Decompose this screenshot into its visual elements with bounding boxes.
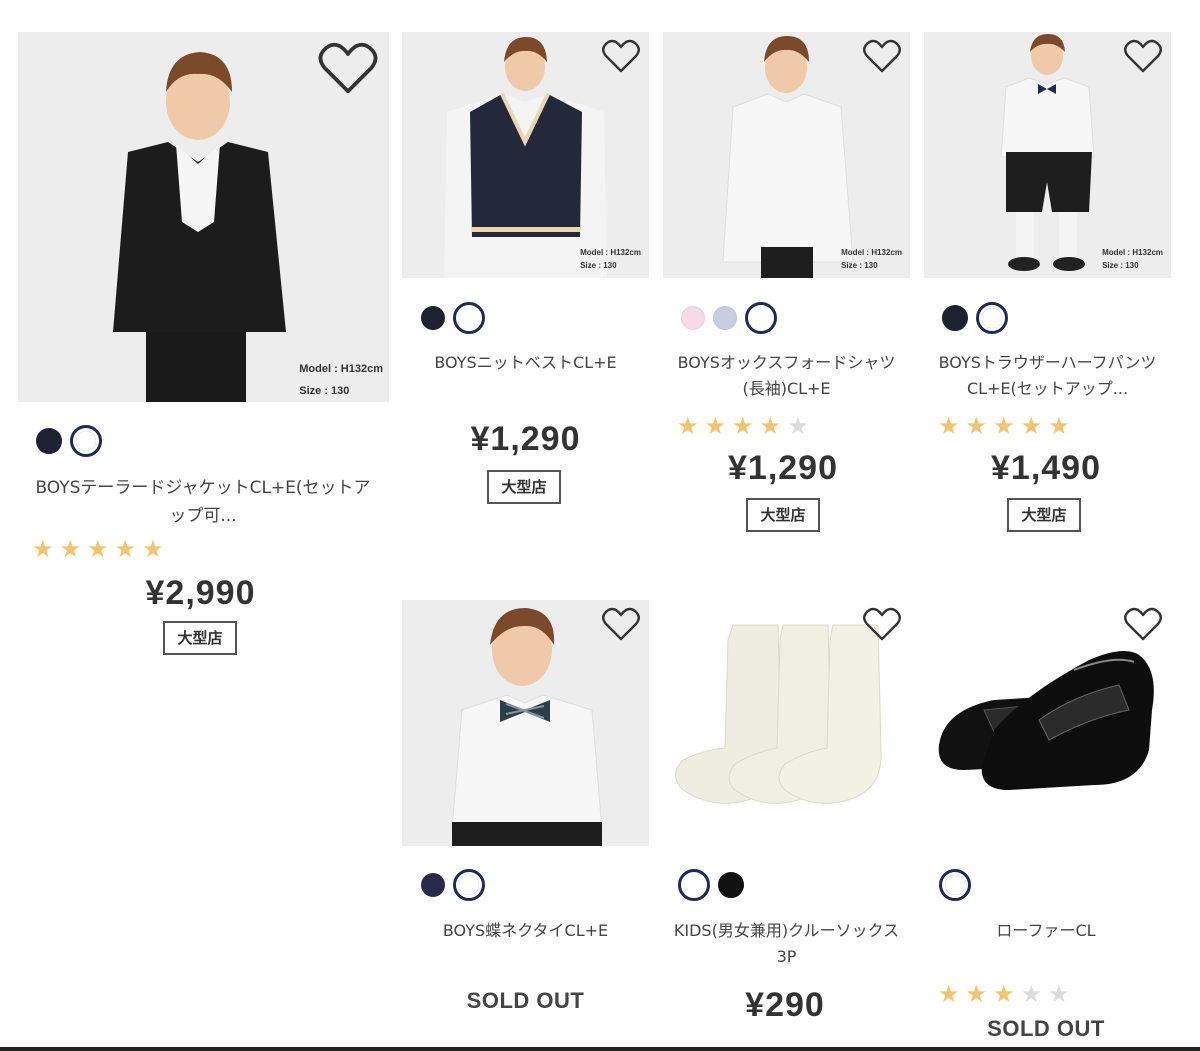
favorite-heart-icon[interactable] (317, 40, 379, 96)
product-image[interactable]: Model : H132cm Size : 130 (663, 32, 910, 278)
color-swatches (421, 869, 485, 901)
product-name[interactable]: BOYS蝶ネクタイCL+E (402, 918, 649, 944)
product-image[interactable]: Model : H132cm Size : 130 (18, 32, 389, 402)
rating-stars: ★ ★ ★ ★ ★ (677, 414, 809, 438)
model-size-note: Model : H132cm Size : 130 (299, 363, 383, 397)
color-swatch-ivory-selected[interactable] (678, 869, 710, 901)
product-card-6[interactable]: KIDS(男女兼用)クルーソックス3P ¥290 (663, 600, 910, 1040)
product-card-5[interactable]: BOYS蝶ネクタイCL+E SOLD OUT (402, 600, 649, 1020)
star-icon: ★ (938, 980, 960, 1008)
product-name[interactable]: BOYSオックスフォードシャツ(長袖)CL+E (673, 350, 900, 402)
rating-stars: ★ ★ ★ ★ ★ (938, 982, 1070, 1006)
model-size-note: Model : H132cm Size : 130 (1102, 248, 1163, 270)
star-icon: ★ (732, 412, 754, 440)
favorite-heart-icon[interactable] (601, 606, 641, 642)
star-icon: ★ (993, 980, 1015, 1008)
favorite-heart-icon[interactable] (862, 38, 902, 74)
color-swatch-black-selected[interactable] (939, 869, 971, 901)
color-swatch-navy[interactable] (36, 428, 62, 454)
product-image[interactable] (402, 600, 649, 846)
product-card-7[interactable]: ローファーCL ★ ★ ★ ★ ★ SOLD OUT (924, 600, 1171, 1045)
star-icon: ★ (965, 412, 988, 440)
product-price: ¥1,290 (728, 449, 838, 487)
star-icon: ★ (1048, 412, 1070, 440)
color-swatches (942, 302, 1008, 334)
star-icon: ★ (114, 535, 137, 563)
star-icon: ★ (965, 980, 988, 1008)
star-icon: ★ (993, 412, 1015, 440)
color-swatches (36, 425, 102, 457)
product-card-2[interactable]: Model : H132cm Size : 130 BOYSニットベストCL+E… (402, 32, 649, 512)
product-name[interactable]: BOYSニットベストCL+E (402, 350, 649, 376)
product-price: ¥1,490 (991, 449, 1101, 487)
product-card-3[interactable]: Model : H132cm Size : 130 BOYSオックスフォードシャ… (663, 32, 910, 542)
color-swatches (421, 302, 485, 334)
color-swatch-black[interactable] (718, 872, 744, 898)
color-swatch-navy[interactable] (421, 306, 445, 330)
product-card-1[interactable]: Model : H132cm Size : 130 BOYSテーラードジャケット… (18, 32, 389, 672)
favorite-heart-icon[interactable] (862, 606, 902, 642)
favorite-heart-icon[interactable] (601, 38, 641, 74)
star-icon: ★ (677, 412, 699, 440)
product-image[interactable]: Model : H132cm Size : 130 (924, 32, 1171, 278)
product-name[interactable]: ローファーCL (924, 918, 1168, 944)
color-swatches (681, 302, 777, 334)
color-swatch-pink[interactable] (681, 306, 705, 330)
product-image[interactable] (663, 600, 910, 846)
rating-stars: ★ ★ ★ ★ ★ (32, 537, 164, 561)
star-icon: ★ (1020, 980, 1043, 1008)
product-price: ¥1,290 (470, 420, 581, 458)
product-image[interactable]: Model : H132cm Size : 130 (402, 32, 649, 278)
page-bottom-border (0, 1047, 1200, 1051)
rating-stars: ★ ★ ★ ★ ★ (938, 414, 1070, 438)
product-price: ¥2,990 (145, 574, 256, 612)
store-badge: 大型店 (487, 470, 561, 504)
model-size-note: Model : H132cm Size : 130 (841, 248, 902, 270)
product-name[interactable]: BOYSテーラードジャケットCL+E(セットアップ可... (28, 474, 378, 530)
product-card-4[interactable]: Model : H132cm Size : 130 BOYSトラウザーハーフパン… (924, 32, 1171, 542)
model-size-note: Model : H132cm Size : 130 (580, 248, 641, 270)
store-badge: 大型店 (746, 498, 820, 532)
star-icon: ★ (938, 412, 960, 440)
color-swatch-lightblue[interactable] (713, 306, 737, 330)
store-badge: 大型店 (1007, 498, 1081, 532)
color-swatch-navy[interactable] (942, 305, 968, 331)
star-icon: ★ (32, 535, 54, 563)
star-icon: ★ (759, 412, 782, 440)
color-swatch-navy[interactable] (421, 873, 445, 897)
star-icon: ★ (1020, 412, 1043, 440)
store-badge: 大型店 (163, 621, 237, 655)
product-name[interactable]: BOYSトラウザーハーフパンツCL+E(セットアップ... (930, 350, 1165, 402)
color-swatches (939, 869, 971, 901)
product-price: ¥290 (745, 986, 825, 1024)
color-swatch-black-selected[interactable] (976, 302, 1008, 334)
star-icon: ★ (87, 535, 109, 563)
sold-out-label: SOLD OUT (987, 1016, 1105, 1041)
favorite-heart-icon[interactable] (1123, 38, 1163, 74)
color-swatch-ivory-selected[interactable] (453, 302, 485, 334)
color-swatches (678, 869, 744, 901)
color-swatch-white-selected[interactable] (745, 302, 777, 334)
product-image[interactable] (924, 600, 1171, 846)
star-icon: ★ (1048, 980, 1070, 1008)
star-icon: ★ (142, 535, 164, 563)
favorite-heart-icon[interactable] (1123, 606, 1163, 642)
star-icon: ★ (704, 412, 727, 440)
color-swatch-black-selected[interactable] (70, 425, 102, 457)
star-icon: ★ (59, 535, 82, 563)
color-swatch-stripe-selected[interactable] (453, 869, 485, 901)
sold-out-label: SOLD OUT (466, 988, 585, 1013)
product-name[interactable]: KIDS(男女兼用)クルーソックス3P (668, 918, 905, 970)
star-icon: ★ (787, 412, 809, 440)
